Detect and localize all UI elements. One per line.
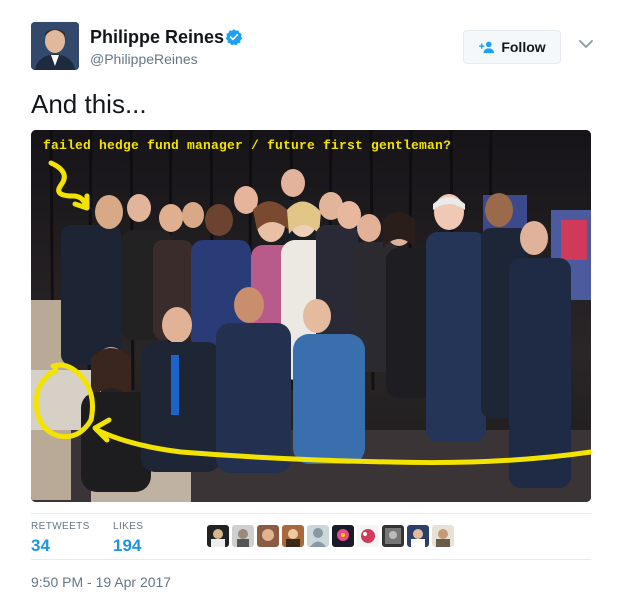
chevron-down-icon[interactable]	[578, 38, 594, 50]
liker-avatar[interactable]	[307, 525, 329, 547]
liker-avatar[interactable]	[382, 525, 404, 547]
liker-avatar[interactable]	[207, 525, 229, 547]
liker-avatar[interactable]	[282, 525, 304, 547]
retweets-count[interactable]: 34	[31, 536, 50, 556]
likes-count[interactable]: 194	[113, 536, 141, 556]
retweets-label: RETWEETS	[31, 521, 90, 532]
author-name[interactable]: Philippe Reines	[90, 27, 224, 47]
liker-avatar[interactable]	[232, 525, 254, 547]
likes-label: LIKES	[113, 521, 144, 532]
tweet-timestamp[interactable]: 9:50 PM - 19 Apr 2017	[31, 574, 171, 590]
liker-avatar[interactable]	[257, 525, 279, 547]
tweet-photo[interactable]: failed hedge fund manager / future first…	[31, 130, 591, 502]
person-add-icon	[479, 41, 495, 54]
group-photo-illustration	[31, 130, 591, 502]
liker-avatars	[207, 525, 454, 547]
follow-button-label: Follow	[501, 39, 546, 55]
photo-caption: failed hedge fund manager / future first…	[43, 138, 452, 153]
tweet-text: And this...	[31, 89, 147, 119]
liker-avatar[interactable]	[407, 525, 429, 547]
stats-bottom-divider	[31, 559, 591, 560]
liker-avatar[interactable]	[432, 525, 454, 547]
verified-badge-icon	[225, 29, 243, 46]
liker-avatar[interactable]	[332, 525, 354, 547]
tweet-card: Philippe Reines @PhilippeReines Follow A…	[0, 0, 627, 603]
author-handle[interactable]: @PhilippeReines	[90, 51, 198, 67]
author-avatar[interactable]	[31, 22, 79, 70]
liker-avatar[interactable]	[357, 525, 379, 547]
stats-top-divider	[31, 513, 591, 514]
follow-button[interactable]: Follow	[463, 30, 561, 64]
